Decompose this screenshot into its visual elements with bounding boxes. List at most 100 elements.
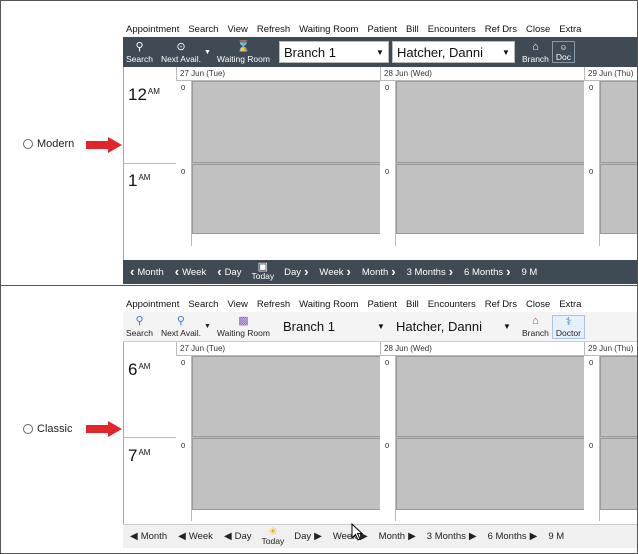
doctor-select[interactable]: Hatcher, Danni ▼ — [392, 316, 515, 338]
time-slot-block[interactable] — [192, 81, 381, 163]
today-button[interactable]: ☀ Today — [261, 526, 285, 546]
time-slot-block[interactable] — [600, 356, 637, 437]
menu-appointment[interactable]: Appointment — [126, 299, 179, 310]
prev-week-button[interactable]: ◀ Week — [175, 531, 216, 543]
doctor-button[interactable]: ⚕ Doctor — [551, 314, 585, 339]
slot-count: 0 — [589, 358, 594, 367]
next-avail-dropdown-caret[interactable]: ▼ — [204, 323, 211, 330]
waiting-room-button[interactable]: ▩ Waiting Room — [214, 312, 273, 342]
menu-refresh[interactable]: Refresh — [257, 299, 290, 310]
classic-radio-button[interactable] — [23, 424, 33, 434]
next-3-months-button[interactable]: 3 Months › — [404, 264, 456, 279]
today-label: Today — [261, 535, 285, 546]
next-3-months-button[interactable]: 3 Months ▶ — [424, 531, 480, 543]
modern-radio-button[interactable] — [23, 139, 33, 149]
menu-ref-drs[interactable]: Ref Drs — [485, 299, 517, 310]
time-slot-block[interactable] — [600, 438, 637, 510]
branch-select[interactable]: Branch 1 ▼ — [279, 316, 389, 338]
next-month-button[interactable]: Month ▶ — [376, 531, 419, 543]
search-icon: ⚲ — [135, 40, 144, 53]
classic-nav-bar: ◀ Month ◀ Week ◀ Day ☀ Today Day ▶ Week ▶ Mon… — [123, 524, 637, 548]
menu-encounters[interactable]: Encounters — [428, 299, 476, 310]
day-header-wed[interactable]: 28 Jun (Wed) — [380, 67, 584, 81]
menu-view[interactable]: View — [227, 24, 247, 35]
next-9-months-button[interactable]: 9 M — [518, 267, 540, 278]
search-button[interactable]: ⚲ Search — [123, 37, 156, 67]
branch-button[interactable]: ⌂ Branch — [519, 37, 552, 67]
menu-close[interactable]: Close — [526, 299, 550, 310]
menu-waiting-room[interactable]: Waiting Room — [299, 24, 358, 35]
next-6-months-label: 6 Months — [464, 266, 504, 278]
next-6-months-button[interactable]: 6 Months ▶ — [485, 531, 541, 543]
time-slot-block[interactable] — [192, 356, 381, 437]
prev-day-button[interactable]: ◀ Day — [221, 531, 255, 543]
menu-appointment[interactable]: Appointment — [126, 24, 179, 35]
day-header-thu[interactable]: 29 Jun (Thu) — [584, 67, 637, 81]
day-header-tue[interactable]: 27 Jun (Tue) — [176, 67, 380, 81]
time-slot-block[interactable] — [396, 438, 585, 510]
menu-patient[interactable]: Patient — [367, 24, 397, 35]
time-slot-block[interactable] — [192, 164, 381, 234]
classic-calendar-grid: 27 Jun (Tue) 28 Jun (Wed) 29 Jun (Thu) 6… — [123, 342, 637, 530]
day-header-tue[interactable]: 27 Jun (Tue) — [176, 342, 380, 356]
menu-waiting-room[interactable]: Waiting Room — [299, 299, 358, 310]
menu-ref-drs[interactable]: Ref Drs — [485, 24, 517, 35]
waiting-room-button-label: Waiting Room — [216, 328, 270, 338]
slot-count: 0 — [589, 167, 594, 176]
menu-close[interactable]: Close — [526, 24, 550, 35]
branch-select[interactable]: Branch 1 ▼ — [278, 41, 389, 63]
time-slot-block[interactable] — [600, 164, 637, 234]
waiting-room-button[interactable]: ⌛ Waiting Room — [214, 37, 273, 67]
menu-search[interactable]: Search — [188, 24, 218, 35]
menu-patient[interactable]: Patient — [367, 299, 397, 310]
chevron-down-icon: ▼ — [502, 47, 510, 57]
day-header-wed[interactable]: 28 Jun (Wed) — [380, 342, 584, 356]
prev-month-button[interactable]: ◀ Month — [127, 531, 170, 543]
menu-view[interactable]: View — [227, 299, 247, 310]
prev-day-button[interactable]: ‹ Day — [214, 265, 244, 278]
menu-search[interactable]: Search — [188, 299, 218, 310]
time-slot-block[interactable] — [396, 164, 585, 234]
menu-encounters[interactable]: Encounters — [428, 24, 476, 35]
time-slot-block[interactable] — [396, 356, 585, 437]
menu-refresh[interactable]: Refresh — [257, 24, 290, 35]
next-day-button[interactable]: Day › — [281, 265, 311, 278]
chevron-left-icon: ‹ — [174, 264, 180, 279]
next-9-months-label: 9 M — [521, 266, 538, 278]
today-button[interactable]: ▣ Today — [251, 262, 274, 281]
doctor-button[interactable]: ☺ Doc — [551, 41, 576, 63]
next-avail-button[interactable]: ⊙ Next Avail. — [158, 37, 204, 67]
triangle-left-icon: ◀ — [223, 530, 232, 542]
branch-button[interactable]: ⌂ Branch — [519, 312, 552, 342]
hour-label-1: 12AM — [128, 85, 160, 104]
search-button[interactable]: ⚲ Search — [123, 312, 156, 342]
next-week-label: Week — [319, 266, 344, 278]
next-month-button[interactable]: Month › — [359, 265, 399, 278]
chevron-down-icon: ▼ — [376, 47, 384, 57]
menu-extra[interactable]: Extra — [559, 299, 581, 310]
next-day-button[interactable]: Day ▶ — [291, 531, 325, 543]
next-avail-button[interactable]: ⚲ Next Avail. — [158, 312, 204, 342]
triangle-right-icon: ▶ — [314, 530, 322, 542]
next-week-button[interactable]: Week › — [316, 265, 353, 278]
next-avail-dropdown-caret[interactable]: ▼ — [204, 49, 211, 56]
branch-button-label: Branch — [521, 53, 549, 64]
modern-radio-label: Modern — [37, 138, 75, 150]
menu-bill[interactable]: Bill — [406, 299, 419, 310]
time-slot-block[interactable] — [600, 81, 637, 163]
slot-count: 0 — [385, 167, 390, 176]
doctor-select[interactable]: Hatcher, Danni ▼ — [391, 41, 515, 63]
day-header-thu[interactable]: 29 Jun (Thu) — [584, 342, 637, 356]
next-avail-icon: ⊙ — [176, 40, 186, 53]
chevron-right-icon: › — [448, 264, 454, 279]
next-9-months-button[interactable]: 9 M — [545, 531, 567, 542]
modern-radio-option[interactable]: Modern — [23, 138, 74, 150]
classic-radio-option[interactable]: Classic — [23, 423, 72, 435]
prev-month-button[interactable]: ‹ Month — [127, 265, 167, 278]
time-slot-block[interactable] — [396, 81, 585, 163]
next-6-months-button[interactable]: 6 Months › — [461, 265, 513, 278]
menu-bill[interactable]: Bill — [406, 24, 419, 35]
menu-extra[interactable]: Extra — [559, 24, 581, 35]
time-slot-block[interactable] — [192, 438, 381, 510]
prev-week-button[interactable]: ‹ Week — [172, 264, 209, 279]
